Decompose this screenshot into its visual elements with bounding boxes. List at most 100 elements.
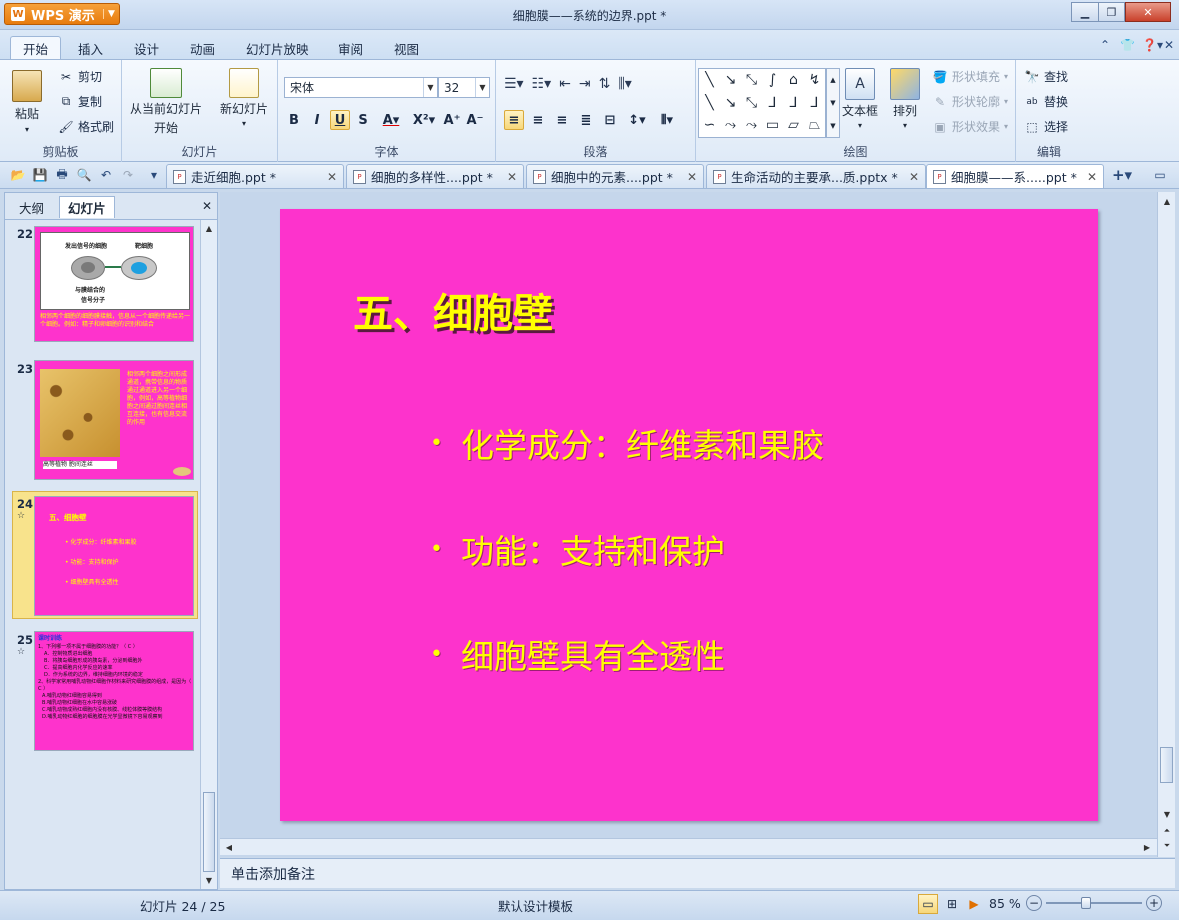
bullets-icon[interactable]: ☰▾	[504, 76, 524, 92]
close-icon[interactable]: ✕	[507, 170, 517, 184]
scroll-thumb[interactable]	[1160, 747, 1173, 783]
close-icon[interactable]: ✕	[687, 170, 697, 184]
slide-thumbnail-25[interactable]: 课时训练 1、下列哪一项不属于细胞膜的功能？（ C ） A．控制物质进出细胞 B…	[34, 631, 194, 751]
slideshow-view-icon[interactable]: ▶	[964, 894, 984, 914]
doc-tab-2[interactable]: P 细胞的多样性....ppt * ✕	[346, 164, 524, 188]
paste-button[interactable]: 粘贴 ▾	[12, 70, 42, 134]
close-icon[interactable]: ✕	[909, 170, 919, 184]
tab-view[interactable]: 视图	[382, 36, 431, 60]
distribute-icon[interactable]: ⊟	[600, 110, 620, 130]
shrink-font-button[interactable]: A⁻	[465, 110, 485, 130]
shapes-gallery-scroll[interactable]: ▲ ▼ ▼	[826, 68, 840, 138]
align-right-icon[interactable]: ≡	[552, 110, 572, 130]
gallery-more-icon[interactable]: ▼	[830, 122, 835, 130]
zoom-slider[interactable]	[1046, 897, 1142, 909]
print-preview-icon[interactable]: 🔍	[76, 167, 92, 183]
slide-thumbnail-22[interactable]: 发出信号的细胞 靶细胞 与膜结合的 信号分子 相邻两个细胞的细胞膜接触，信息从一…	[34, 226, 194, 342]
freeform-shape-icon[interactable]: ⌂	[783, 69, 804, 92]
tab-review[interactable]: 审阅	[326, 36, 375, 60]
parallelogram-shape-icon[interactable]: ▱	[783, 114, 804, 137]
curved-double-arrow-icon[interactable]: ⤳	[741, 114, 762, 137]
double-arrow-shape-icon[interactable]: ⤡	[741, 92, 762, 115]
curved-connector-icon[interactable]: ∽	[699, 114, 720, 137]
cut-button[interactable]: ✂ 剪切	[58, 68, 102, 85]
help-icon[interactable]: ❓▾	[1142, 38, 1163, 52]
scroll-up-icon[interactable]: ▲	[1160, 194, 1174, 208]
next-slide-icon[interactable]: ⏷	[1160, 839, 1174, 853]
slide-title[interactable]: 五、细胞壁	[353, 281, 553, 339]
elbow-double-arrow-icon[interactable]: ⅃	[804, 92, 825, 115]
arrow-shape-icon[interactable]: ↘	[720, 92, 741, 115]
scroll-up-icon[interactable]: ▲	[830, 76, 835, 84]
columns-icon[interactable]: ⫴▾	[654, 110, 680, 130]
scroll-down-icon[interactable]: ▼	[1160, 807, 1174, 821]
line-spacing-icon[interactable]: ↕▾	[624, 110, 650, 130]
save-icon[interactable]: 💾	[32, 167, 48, 183]
arrange-button[interactable]: 排列 ▾	[890, 68, 920, 130]
find-button[interactable]: 🔭 查找	[1024, 68, 1069, 85]
minimize-button[interactable]: ▁	[1071, 2, 1099, 22]
scroll-thumb[interactable]	[203, 792, 215, 872]
shapes-gallery[interactable]: ╲ ↘ ⤡ ∫ ⌂ ↯ ╲ ↘ ⤡ ⅃ ⅃ ⅃ ∽ ⤳ ⤳ ▭ ▱ ⏢	[698, 68, 826, 138]
bold-button[interactable]: B	[284, 110, 304, 130]
skin-icon[interactable]: 👕	[1120, 38, 1135, 52]
slides-panel-scrollbar[interactable]: ▲ ▼	[200, 220, 217, 889]
slide-thumbnail-24[interactable]: 五、细胞壁 • 化学成分：纤维素和果胶 • 功能：支持和保护 • 细胞壁具有全透…	[34, 496, 194, 616]
align-center-icon[interactable]: ≡	[528, 110, 548, 130]
italic-button[interactable]: I	[307, 110, 327, 130]
line-shape-icon[interactable]: ╲	[699, 69, 720, 92]
copy-button[interactable]: ⧉ 复制	[58, 93, 102, 110]
maximize-button[interactable]: ❐	[1098, 2, 1125, 22]
underline-button[interactable]: U	[330, 110, 350, 130]
zoom-in-icon[interactable]: +	[1146, 895, 1162, 911]
grow-font-button[interactable]: A⁺	[442, 110, 462, 130]
font-size-combo[interactable]: 32 ▼	[438, 77, 490, 98]
arrow-shape-icon[interactable]: ↘	[720, 69, 741, 92]
replace-button[interactable]: ab 替换	[1024, 93, 1068, 110]
customize-toolbar-icon[interactable]: ▾	[146, 167, 162, 183]
font-color-button[interactable]: A▾	[376, 110, 406, 130]
open-folder-icon[interactable]: 📂	[10, 167, 26, 183]
tab-animation[interactable]: 动画	[178, 36, 227, 60]
align-left-icon[interactable]: ≡	[504, 110, 524, 130]
collapse-ribbon-icon[interactable]: ⌃	[1100, 38, 1110, 52]
close-icon[interactable]: ✕	[327, 170, 337, 184]
print-icon[interactable]: 🖶	[54, 167, 70, 183]
tab-insert[interactable]: 插入	[66, 36, 115, 60]
format-painter-button[interactable]: 🖌 格式刷	[58, 118, 114, 135]
slide-bullet-1[interactable]: • 化学成分：纤维素和果胶	[430, 419, 824, 467]
close-doc-icon[interactable]: ✕	[1164, 38, 1174, 52]
scroll-up-icon[interactable]: ▲	[202, 221, 216, 235]
curve-shape-icon[interactable]: ∫	[762, 69, 783, 92]
play-from-current-button[interactable]: 从当前幻灯片 开始	[130, 68, 202, 136]
select-button[interactable]: ⬚ 选择	[1024, 118, 1068, 135]
increase-indent-icon[interactable]: ⇥	[579, 76, 591, 92]
slide-vertical-scrollbar[interactable]: ▲ ▼ ⏶ ⏷	[1157, 192, 1175, 857]
zoom-out-icon[interactable]: −	[1026, 895, 1042, 911]
text-direction-icon[interactable]: ⇅	[599, 76, 611, 92]
tab-slides[interactable]: 幻灯片	[59, 196, 115, 218]
close-icon[interactable]: ✕	[1087, 170, 1097, 184]
text-box-button[interactable]: A 文本框 ▾	[842, 68, 878, 130]
justify-icon[interactable]: ≣	[576, 110, 596, 130]
shape-outline-button[interactable]: ✎ 形状轮廓 ▾	[932, 93, 1008, 110]
rectangle-shape-icon[interactable]: ▭	[762, 114, 783, 137]
doc-tab-4[interactable]: P 生命活动的主要承...质.pptx * ✕	[706, 164, 926, 188]
slide-sorter-icon[interactable]: ⊞	[942, 894, 962, 914]
previous-slide-icon[interactable]: ⏶	[1160, 824, 1174, 838]
elbow-arrow-icon[interactable]: ⅃	[783, 92, 804, 115]
doc-tab-3[interactable]: P 细胞中的元素....ppt * ✕	[526, 164, 704, 188]
font-family-combo[interactable]: 宋体 ▼	[284, 77, 438, 98]
scroll-right-icon[interactable]: ▶	[1140, 840, 1154, 854]
superscript-button[interactable]: X²▾	[409, 110, 439, 130]
line-shape-icon[interactable]: ╲	[699, 92, 720, 115]
double-arrow-shape-icon[interactable]: ⤡	[741, 69, 762, 92]
close-panel-icon[interactable]: ✕	[202, 199, 212, 213]
align-text-icon[interactable]: ⫼▾	[618, 76, 631, 92]
curved-arrow-icon[interactable]: ⤳	[720, 114, 741, 137]
numbering-icon[interactable]: ☷▾	[532, 76, 552, 92]
redo-icon[interactable]: ↷	[120, 167, 136, 183]
decrease-indent-icon[interactable]: ⇤	[559, 76, 571, 92]
scroll-down-icon[interactable]: ▼	[830, 99, 835, 107]
slide-bullet-3[interactable]: • 细胞壁具有全透性	[430, 630, 725, 678]
